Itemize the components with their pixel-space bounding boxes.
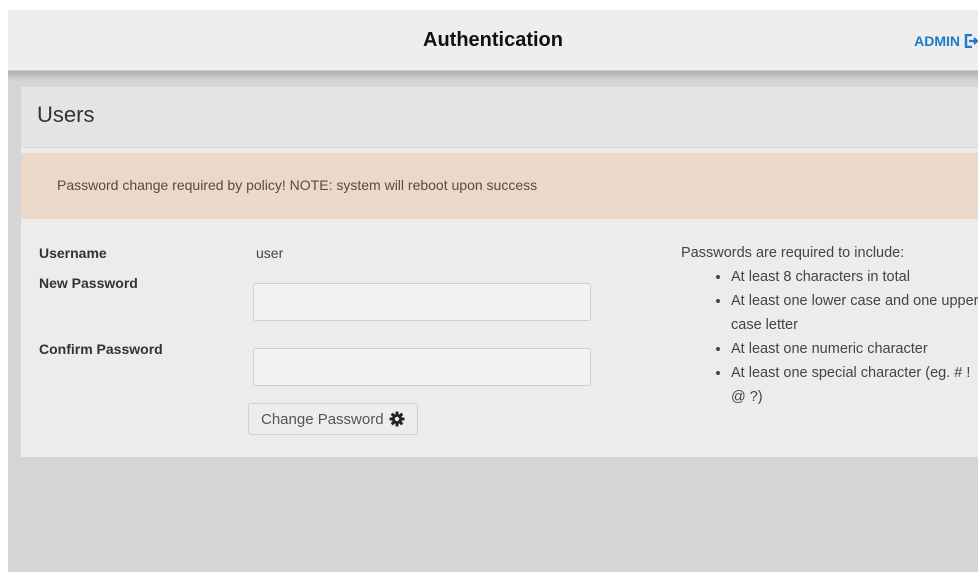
username-label: Username bbox=[39, 245, 107, 261]
requirement-item: At least 8 characters in total bbox=[731, 265, 978, 289]
requirements-heading: Passwords are required to include: bbox=[681, 245, 905, 261]
requirement-item: At least one numeric character bbox=[731, 337, 978, 361]
logout-icon bbox=[964, 33, 978, 49]
change-password-label: Change Password bbox=[261, 410, 384, 428]
new-password-label: New Password bbox=[39, 275, 138, 291]
gear-icon bbox=[389, 411, 405, 427]
top-bar: Authentication ADMIN bbox=[8, 10, 978, 71]
admin-logout-link[interactable]: ADMIN bbox=[914, 33, 978, 49]
password-requirements: Passwords are required to include: At le… bbox=[681, 241, 978, 409]
users-panel: Users Password change required by policy… bbox=[20, 86, 978, 458]
app-screen: Authentication ADMIN Users Password chan… bbox=[8, 10, 978, 572]
app-title: Authentication bbox=[423, 29, 563, 51]
policy-alert-text: Password change required by policy! NOTE… bbox=[57, 177, 538, 193]
requirements-list: At least 8 characters in total At least … bbox=[681, 265, 978, 409]
confirm-password-label: Confirm Password bbox=[39, 341, 163, 357]
username-value: user bbox=[256, 245, 284, 261]
top-bar-shadow bbox=[8, 71, 978, 81]
confirm-password-input[interactable] bbox=[253, 348, 591, 386]
requirement-item: At least one special character (eg. # ! … bbox=[731, 361, 978, 409]
panel-header: Users bbox=[21, 87, 978, 148]
requirement-item: At least one lower case and one upper ca… bbox=[731, 289, 978, 337]
policy-alert: Password change required by policy! NOTE… bbox=[21, 153, 978, 219]
new-password-input[interactable] bbox=[253, 283, 591, 321]
panel-title: Users bbox=[37, 102, 95, 127]
admin-label: ADMIN bbox=[914, 33, 960, 49]
change-password-button[interactable]: Change Password bbox=[248, 403, 418, 435]
